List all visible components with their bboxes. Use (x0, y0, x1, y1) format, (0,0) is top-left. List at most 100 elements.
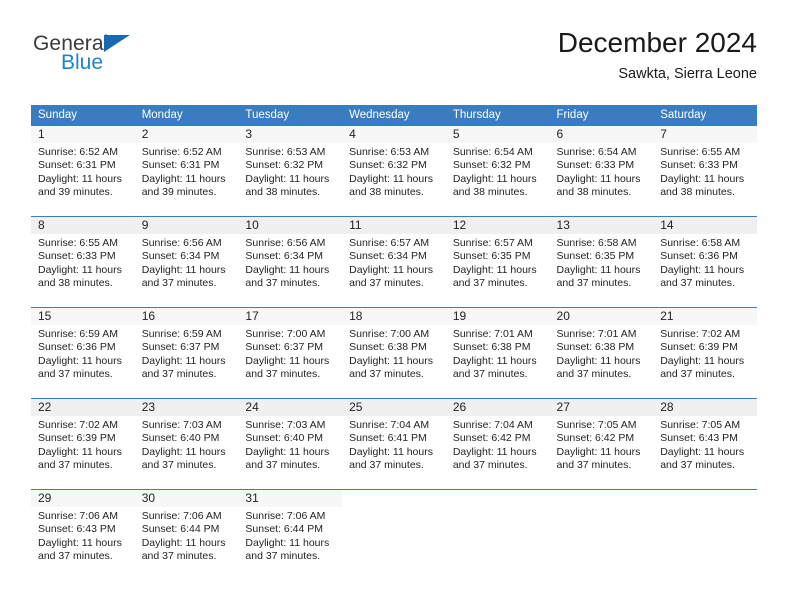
calendar-day-cell[interactable]: 27 Sunrise: 7:05 AM Sunset: 6:42 PM Dayligh… (549, 398, 654, 490)
calendar-day-cell[interactable]: 2 Sunrise: 6:52 AM Sunset: 6:31 PM Daylight… (134, 125, 239, 217)
sunrise-text: Sunrise: 7:03 AM (141, 419, 222, 431)
calendar-day-cell[interactable]: 24 Sunrise: 7:03 AM Sunset: 6:40 PM Dayligh… (238, 398, 343, 490)
sunrise-text: Sunrise: 6:56 AM (141, 237, 222, 249)
daylight-text-line2: and 37 minutes. (556, 368, 632, 381)
daylight-text-line2: and 38 minutes. (556, 186, 632, 199)
daylight-text-line2: and 37 minutes. (556, 277, 632, 290)
day-cell-inner: 16 Sunrise: 6:59 AM Sunset: 6:37 PM Dayligh… (134, 308, 239, 398)
daylight-text-line2: and 37 minutes. (38, 368, 113, 381)
day-details: Sunrise: 6:54 AM Sunset: 6:33 PM Daylight:… (550, 143, 654, 200)
daylight-text-line2: and 37 minutes. (452, 459, 528, 472)
sunset-text: Sunset: 6:33 PM (38, 250, 116, 263)
day-details: Sunrise: 7:03 AM Sunset: 6:40 PM Daylight:… (238, 416, 342, 473)
day-cell-inner: 29 Sunrise: 7:06 AM Sunset: 6:43 PM Dayligh… (31, 490, 135, 580)
day-details: Sunrise: 7:06 AM Sunset: 6:44 PM Daylight:… (238, 507, 342, 564)
calendar-day-cell[interactable]: 29 Sunrise: 7:06 AM Sunset: 6:43 PM Dayligh… (31, 489, 135, 580)
day-details: Sunrise: 6:57 AM Sunset: 6:35 PM Daylight:… (446, 234, 550, 291)
sunrise-text: Sunrise: 6:54 AM (452, 146, 533, 158)
calendar-day-cell[interactable]: 20 Sunrise: 7:01 AM Sunset: 6:38 PM Dayligh… (549, 307, 654, 399)
daylight-text-line2: and 37 minutes. (245, 550, 321, 563)
calendar-day-cell[interactable]: 28 Sunrise: 7:05 AM Sunset: 6:43 PM Dayligh… (653, 398, 757, 490)
daylight-text-line2: and 39 minutes. (38, 186, 113, 199)
daylight-text-line1: Daylight: 11 hours (38, 172, 122, 185)
day-details: Sunrise: 7:05 AM Sunset: 6:43 PM Daylight:… (653, 416, 757, 473)
day-cell-inner: 2 Sunrise: 6:52 AM Sunset: 6:31 PM Daylight… (134, 126, 239, 216)
sunrise-text: Sunrise: 7:05 AM (660, 419, 741, 431)
sunset-text: Sunset: 6:39 PM (38, 432, 116, 445)
sunrise-text: Sunrise: 7:04 AM (349, 419, 430, 431)
calendar-day-cell[interactable]: 9 Sunrise: 6:56 AM Sunset: 6:34 PM Daylight… (134, 216, 239, 308)
calendar-day-cell[interactable]: 12 Sunrise: 6:57 AM Sunset: 6:35 PM Dayligh… (445, 216, 550, 308)
daylight-text-line1: Daylight: 11 hours (349, 354, 433, 367)
day-number: 11 (342, 217, 446, 234)
calendar-day-cell[interactable]: 17 Sunrise: 7:00 AM Sunset: 6:37 PM Dayligh… (238, 307, 343, 399)
day-details: Sunrise: 6:59 AM Sunset: 6:36 PM Daylight:… (31, 325, 135, 382)
daylight-text-line2: and 37 minutes. (660, 368, 735, 381)
day-number: 15 (31, 308, 135, 325)
title-block: December 2024 Sawkta, Sierra Leone (558, 26, 757, 84)
day-number: 2 (134, 126, 239, 143)
daylight-text-line2: and 38 minutes. (245, 186, 321, 199)
sunset-text: Sunset: 6:42 PM (452, 432, 531, 445)
calendar-day-cell[interactable]: 1 Sunrise: 6:52 AM Sunset: 6:31 PM Daylight… (31, 125, 135, 217)
calendar-day-cell[interactable]: 3 Sunrise: 6:53 AM Sunset: 6:32 PM Daylight… (238, 125, 343, 217)
calendar-day-cell[interactable]: 14 Sunrise: 6:58 AM Sunset: 6:36 PM Dayligh… (653, 216, 757, 308)
calendar-day-cell[interactable]: 30 Sunrise: 7:06 AM Sunset: 6:44 PM Dayligh… (134, 489, 239, 580)
calendar-week-row: 8 Sunrise: 6:55 AM Sunset: 6:33 PM Daylight… (31, 216, 757, 308)
calendar-day-cell[interactable]: 4 Sunrise: 6:53 AM Sunset: 6:32 PM Daylight… (342, 125, 446, 217)
calendar-day-cell[interactable]: 26 Sunrise: 7:04 AM Sunset: 6:42 PM Dayligh… (445, 398, 550, 490)
day-details: Sunrise: 6:53 AM Sunset: 6:32 PM Daylight:… (342, 143, 446, 200)
calendar-day-cell[interactable]: 5 Sunrise: 6:54 AM Sunset: 6:32 PM Daylight… (445, 125, 550, 217)
daylight-text-line2: and 37 minutes. (245, 459, 321, 472)
daylight-text-line2: and 38 minutes. (660, 186, 735, 199)
daylight-text-line1: Daylight: 11 hours (556, 445, 641, 458)
daylight-text-line1: Daylight: 11 hours (245, 445, 330, 458)
sunset-text: Sunset: 6:38 PM (349, 341, 427, 354)
sunset-text: Sunset: 6:37 PM (141, 341, 220, 354)
calendar-day-cell[interactable]: 8 Sunrise: 6:55 AM Sunset: 6:33 PM Daylight… (31, 216, 135, 308)
calendar-day-cell[interactable]: 6 Sunrise: 6:54 AM Sunset: 6:33 PM Daylight… (549, 125, 654, 217)
sunrise-text: Sunrise: 7:05 AM (556, 419, 637, 431)
day-number: 26 (445, 399, 550, 416)
calendar-day-cell[interactable]: 18 Sunrise: 7:00 AM Sunset: 6:38 PM Dayligh… (342, 307, 446, 399)
calendar-day-cell[interactable]: 10 Sunrise: 6:56 AM Sunset: 6:34 PM Dayligh… (238, 216, 343, 308)
calendar-week-row: 22 Sunrise: 7:02 AM Sunset: 6:39 PM Dayligh… (31, 398, 757, 490)
calendar-day-cell[interactable]: 15 Sunrise: 6:59 AM Sunset: 6:36 PM Dayligh… (31, 307, 135, 399)
calendar-day-cell[interactable]: 21 Sunrise: 7:02 AM Sunset: 6:39 PM Dayligh… (653, 307, 757, 399)
calendar-body: 1 Sunrise: 6:52 AM Sunset: 6:31 PM Daylight… (31, 125, 757, 580)
daylight-text-line2: and 39 minutes. (141, 186, 217, 199)
calendar-day-cell[interactable]: 25 Sunrise: 7:04 AM Sunset: 6:41 PM Dayligh… (342, 398, 446, 490)
day-number (446, 490, 550, 507)
daylight-text-line2: and 37 minutes. (141, 368, 217, 381)
day-details: Sunrise: 7:01 AM Sunset: 6:38 PM Daylight:… (446, 325, 550, 382)
sunset-text: Sunset: 6:35 PM (556, 250, 635, 263)
calendar-day-cell[interactable]: 7 Sunrise: 6:55 AM Sunset: 6:33 PM Daylight… (653, 125, 757, 217)
day-details (446, 507, 550, 510)
daylight-text-line2: and 38 minutes. (38, 277, 113, 290)
calendar-day-cell[interactable]: 16 Sunrise: 6:59 AM Sunset: 6:37 PM Dayligh… (134, 307, 239, 399)
day-cell-inner: 7 Sunrise: 6:55 AM Sunset: 6:33 PM Daylight… (653, 126, 757, 216)
daylight-text-line1: Daylight: 11 hours (452, 445, 537, 458)
day-cell-inner (653, 490, 757, 580)
sunrise-text: Sunrise: 6:53 AM (245, 146, 326, 158)
sunrise-text: Sunrise: 7:02 AM (660, 328, 741, 340)
daylight-text-line1: Daylight: 11 hours (452, 354, 537, 367)
calendar-day-cell[interactable]: 23 Sunrise: 7:03 AM Sunset: 6:40 PM Dayligh… (134, 398, 239, 490)
calendar-day-cell[interactable]: 11 Sunrise: 6:57 AM Sunset: 6:34 PM Dayligh… (342, 216, 446, 308)
day-cell-inner: 8 Sunrise: 6:55 AM Sunset: 6:33 PM Daylight… (31, 217, 135, 307)
general-blue-logo[interactable]: General Blue (31, 32, 231, 88)
calendar-day-cell[interactable]: 22 Sunrise: 7:02 AM Sunset: 6:39 PM Dayligh… (31, 398, 135, 490)
day-details: Sunrise: 7:02 AM Sunset: 6:39 PM Daylight:… (653, 325, 757, 382)
daylight-text-line1: Daylight: 11 hours (141, 536, 226, 549)
sunrise-text: Sunrise: 6:56 AM (245, 237, 326, 249)
day-cell-inner: 22 Sunrise: 7:02 AM Sunset: 6:39 PM Dayligh… (31, 399, 135, 489)
daylight-text-line2: and 37 minutes. (349, 459, 424, 472)
day-number: 8 (31, 217, 135, 234)
daylight-text-line1: Daylight: 11 hours (245, 263, 330, 276)
calendar-day-cell[interactable]: 19 Sunrise: 7:01 AM Sunset: 6:38 PM Dayligh… (445, 307, 550, 399)
day-number (550, 490, 654, 507)
sunrise-text: Sunrise: 7:06 AM (141, 510, 222, 522)
calendar-day-cell[interactable]: 13 Sunrise: 6:58 AM Sunset: 6:35 PM Dayligh… (549, 216, 654, 308)
sunrise-text: Sunrise: 6:55 AM (38, 237, 118, 249)
calendar-day-cell[interactable]: 31 Sunrise: 7:06 AM Sunset: 6:44 PM Dayligh… (238, 489, 343, 580)
